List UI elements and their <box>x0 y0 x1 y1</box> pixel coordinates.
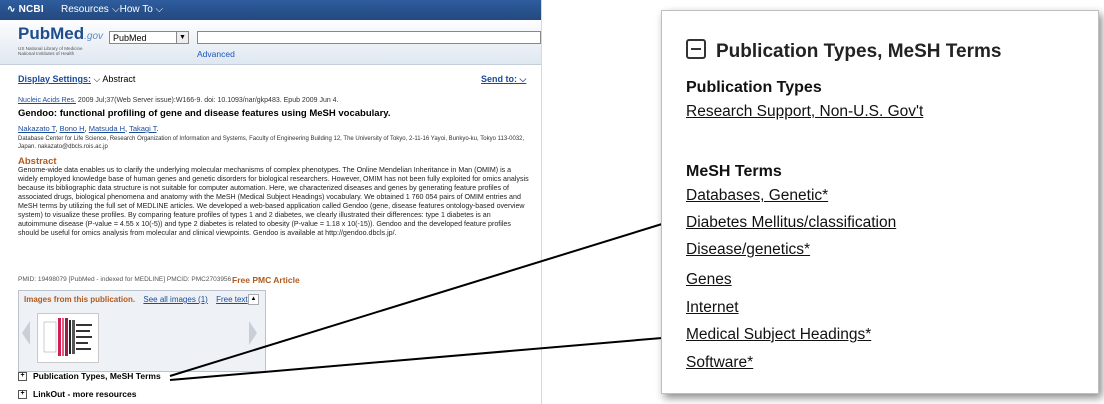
mesh-term-link[interactable]: Genes <box>686 271 732 289</box>
howto-label: How To <box>119 4 153 15</box>
pubmed-screenshot: ∿ NCBI Resources ⌵How To ⌵ PubMed.gov US… <box>0 0 542 404</box>
ncbi-logo-text: NCBI <box>18 4 44 15</box>
chevron-down-icon: ⌵ <box>155 4 164 15</box>
next-arrow-icon[interactable] <box>249 321 257 345</box>
images-panel-header: Images from this publication. See all im… <box>24 295 248 304</box>
ncbi-logo[interactable]: ∿ NCBI <box>7 4 44 15</box>
pubmed-logo-text: PubMed <box>18 24 85 43</box>
ncbi-topbar: ∿ NCBI Resources ⌵How To ⌵ <box>0 0 541 20</box>
zoom-section-heading[interactable]: Publication Types, MeSH Terms <box>686 39 1001 63</box>
publication-types-heading: Publication Types <box>686 79 822 96</box>
display-settings-value: Abstract <box>102 74 136 84</box>
author-list: Nakazato T, Bono H, Matsuda H, Takagi T. <box>18 124 159 133</box>
expand-icon[interactable]: + <box>18 390 27 400</box>
pmid-line: PMID: 19498079 [PubMed - indexed for MED… <box>18 276 232 283</box>
affiliation: Database Center for Life Science, Resear… <box>18 136 525 150</box>
author-link[interactable]: Matsuda H <box>89 124 125 133</box>
free-text-link[interactable]: Free text <box>216 295 248 304</box>
section-linkout[interactable]: + LinkOut - more resources <box>18 389 137 400</box>
library-line: National Institutes of Health <box>18 51 75 57</box>
scroll-up-icon[interactable]: ▲ <box>248 294 259 305</box>
chevron-down-icon[interactable]: ⌵ <box>94 74 101 84</box>
mesh-term-link[interactable]: Diabetes Mellitus/classification <box>686 214 896 232</box>
images-panel: Images from this publication. See all im… <box>18 290 266 372</box>
previous-arrow-icon[interactable] <box>22 321 30 345</box>
images-panel-title: Images from this publication. <box>24 295 136 304</box>
author-link[interactable]: Bono H <box>60 124 85 133</box>
mesh-term-link[interactable]: Internet <box>686 299 739 317</box>
mesh-term-link[interactable]: Medical Subject Headings* <box>686 326 871 344</box>
figure-thumbnail-graphic <box>43 318 92 356</box>
collapse-icon[interactable] <box>686 39 706 59</box>
dropdown-arrow-icon[interactable]: ▼ <box>176 32 188 43</box>
expand-icon[interactable]: + <box>18 372 27 382</box>
citation: Nucleic Acids Res. 2009 Jul;37(Web Serve… <box>18 97 339 104</box>
zoomed-mesh-panel: Publication Types, MeSH Terms Publicatio… <box>661 10 1099 394</box>
mesh-term-link[interactable]: Databases, Genetic* <box>686 187 828 205</box>
advanced-search-link[interactable]: Advanced <box>197 49 235 59</box>
figure-thumbnail[interactable] <box>37 313 99 363</box>
section-label: Publication Types, MeSH Terms <box>33 371 161 381</box>
citation-text: 2009 Jul;37(Web Server issue):W166-9. do… <box>75 97 339 104</box>
section-publication-types[interactable]: + Publication Types, MeSH Terms <box>18 371 161 382</box>
pubmed-logo[interactable]: PubMed.gov <box>18 24 103 44</box>
send-to-label: Send to: <box>481 74 517 84</box>
chevron-down-icon: ⌵ <box>112 4 120 15</box>
display-settings: Display Settings: ⌵ Abstract <box>18 74 135 85</box>
mesh-term-link[interactable]: Software* <box>686 354 753 372</box>
pubmed-logo-gov: .gov <box>84 31 104 42</box>
journal-link[interactable]: Nucleic Acids Res. <box>18 97 76 104</box>
see-all-images-link[interactable]: See all images (1) <box>143 295 207 304</box>
database-select[interactable]: PubMed ▼ <box>109 31 189 44</box>
author-link[interactable]: Takagi T <box>129 124 156 133</box>
free-pmc-article-link[interactable]: Free PMC Article <box>232 275 300 285</box>
search-input[interactable] <box>197 31 541 44</box>
database-select-value: PubMed <box>113 33 147 43</box>
howto-menu[interactable]: ⌵How To ⌵ <box>112 4 163 15</box>
pubmed-header: PubMed.gov US National Library of Medici… <box>0 20 541 65</box>
abstract-text: Genome-wide data enables us to clarify t… <box>18 166 529 237</box>
zoom-heading-label: Publication Types, MeSH Terms <box>716 41 1002 62</box>
resources-menu[interactable]: Resources <box>61 4 109 15</box>
display-settings-link[interactable]: Display Settings: <box>18 74 91 84</box>
library-credit: US National Library of Medicine National… <box>18 46 83 57</box>
article-title: Gendoo: functional profiling of gene and… <box>18 108 391 119</box>
chevron-down-icon: ⌵ <box>519 74 527 84</box>
publication-type-link[interactable]: Research Support, Non-U.S. Gov't <box>686 103 923 121</box>
mesh-terms-heading: MeSH Terms <box>686 163 782 180</box>
section-label: LinkOut - more resources <box>33 389 137 399</box>
send-to-link[interactable]: Send to: ⌵ <box>481 74 526 85</box>
author-link[interactable]: Nakazato T <box>18 124 55 133</box>
mesh-term-link[interactable]: Disease/genetics* <box>686 241 810 259</box>
